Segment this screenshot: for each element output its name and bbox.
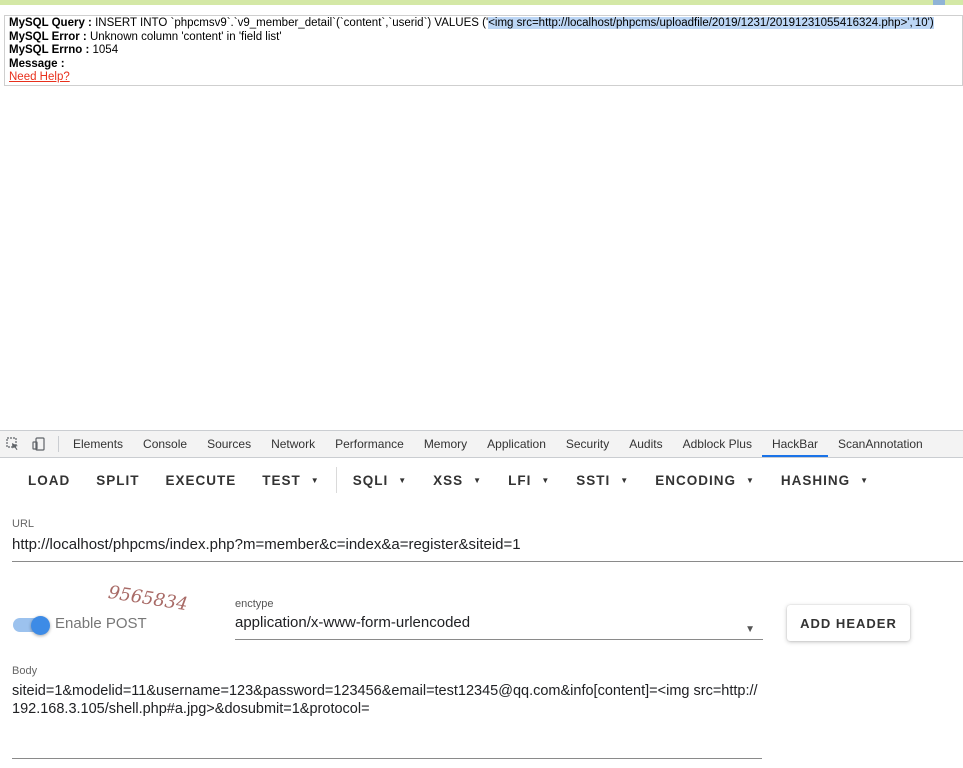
message-row: Message : (9, 58, 958, 72)
devtools-tab-sources[interactable]: Sources (197, 431, 261, 457)
split-button[interactable]: SPLIT (83, 473, 152, 488)
body-textarea[interactable]: siteid=1&modelid=11&username=123&passwor… (12, 682, 762, 759)
add-header-button[interactable]: ADD HEADER (787, 605, 910, 641)
error-label: MySQL Error : (9, 30, 87, 43)
hashing-button[interactable]: HASHING ▼ (768, 473, 882, 488)
sqli-button-label: SQLI (352, 472, 389, 488)
ssti-button[interactable]: SSTI ▼ (563, 473, 642, 488)
test-button[interactable]: TEST ▼ (249, 473, 332, 488)
caret-down-icon: ▼ (473, 475, 483, 485)
devtools-tab-bar: Elements Console Sources Network Performance… (0, 430, 963, 458)
query-text: INSERT INTO `phpcmsv9`.`v9_member_detail… (95, 17, 489, 29)
query-row: MySQL Query : INSERT INTO `phpcmsv9`.`v9… (9, 17, 958, 31)
devtools-tab-performance[interactable]: Performance (325, 431, 414, 457)
enable-post-toggle[interactable] (13, 616, 50, 635)
caret-down-icon: ▼ (398, 475, 408, 485)
errno-value: 1054 (92, 44, 119, 56)
dropdown-arrow-icon: ▼ (745, 624, 755, 635)
devtools-separator (58, 436, 59, 452)
devtools-tabs-list: Elements Console Sources Network Performance… (63, 431, 933, 457)
watermark-text: 9565834 (106, 582, 190, 616)
lfi-button-label: LFI (508, 472, 532, 488)
query-label: MySQL Query : (9, 17, 92, 29)
caret-down-icon: ▼ (620, 475, 630, 485)
devtools-tab-adblock-plus[interactable]: Adblock Plus (673, 431, 762, 457)
devtools-tab-console[interactable]: Console (133, 431, 197, 457)
inspect-element-icon[interactable] (0, 431, 26, 457)
devtools-tab-hackbar[interactable]: HackBar (761, 431, 828, 457)
xss-button-label: XSS (433, 472, 464, 488)
enctype-label: enctype (235, 598, 274, 610)
body-label: Body (12, 665, 38, 677)
error-text: Unknown column 'content' in 'field list' (89, 30, 282, 43)
load-button[interactable]: LOAD (15, 473, 83, 488)
message-label: Message : (9, 57, 65, 70)
devtools-tab-application[interactable]: Application (477, 431, 556, 457)
errno-row: MySQL Errno : 1054 (9, 44, 958, 58)
caret-down-icon: ▼ (310, 475, 320, 485)
lfi-button[interactable]: LFI ▼ (495, 473, 563, 488)
devtools-tab-memory[interactable]: Memory (414, 431, 477, 457)
execute-button-label: EXECUTE (165, 472, 237, 488)
hashing-button-label: HASHING (780, 472, 851, 488)
need-help-link[interactable]: Need Help? (9, 71, 70, 83)
enctype-value: application/x-www-form-urlencoded (235, 614, 471, 631)
url-label: URL (12, 518, 35, 530)
devtools-tab-scanannotation[interactable]: ScanAnnotation (828, 431, 933, 457)
encoding-button-label: ENCODING (655, 472, 736, 488)
devtools-tab-elements[interactable]: Elements (63, 431, 133, 457)
hackbar-toolbar: LOAD SPLIT EXECUTE TEST ▼ SQLI ▼ XSS ▼ LFI ▼ SSTI ▼ E… (0, 459, 963, 501)
devtools-tab-audits[interactable]: Audits (619, 431, 672, 457)
errno-label: MySQL Errno : (9, 44, 90, 56)
load-button-label: LOAD (28, 472, 71, 488)
caret-down-icon: ▼ (745, 475, 755, 485)
enctype-select[interactable]: application/x-www-form-urlencoded ▼ (235, 613, 763, 640)
sqli-button[interactable]: SQLI ▼ (340, 473, 420, 488)
mysql-error-box: MySQL Query : INSERT INTO `phpcmsv9`.`v9… (4, 15, 963, 86)
caret-down-icon: ▼ (860, 475, 870, 485)
query-highlighted-text: <img src=http://localhost/phpcms/uploadf… (488, 17, 934, 29)
help-row: Need Help? (9, 71, 958, 85)
ssti-button-label: SSTI (576, 472, 611, 488)
encoding-button[interactable]: ENCODING ▼ (642, 473, 768, 488)
error-row: MySQL Error : Unknown column 'content' i… (9, 31, 958, 45)
url-input[interactable]: http://localhost/phpcms/index.php?m=memb… (12, 535, 963, 562)
toggle-thumb (31, 616, 50, 635)
execute-button[interactable]: EXECUTE (153, 473, 250, 488)
xss-button[interactable]: XSS ▼ (420, 473, 495, 488)
split-button-label: SPLIT (96, 472, 140, 488)
caret-down-icon: ▼ (541, 475, 551, 485)
device-toolbar-icon[interactable] (26, 431, 52, 457)
devtools-tab-network[interactable]: Network (261, 431, 325, 457)
browser-top-strip (0, 0, 963, 5)
top-strip-corner (933, 0, 945, 5)
test-button-label: TEST (262, 472, 301, 488)
enable-post-label: Enable POST (55, 615, 147, 632)
devtools-tab-security[interactable]: Security (556, 431, 619, 457)
toolbar-divider (335, 467, 337, 493)
